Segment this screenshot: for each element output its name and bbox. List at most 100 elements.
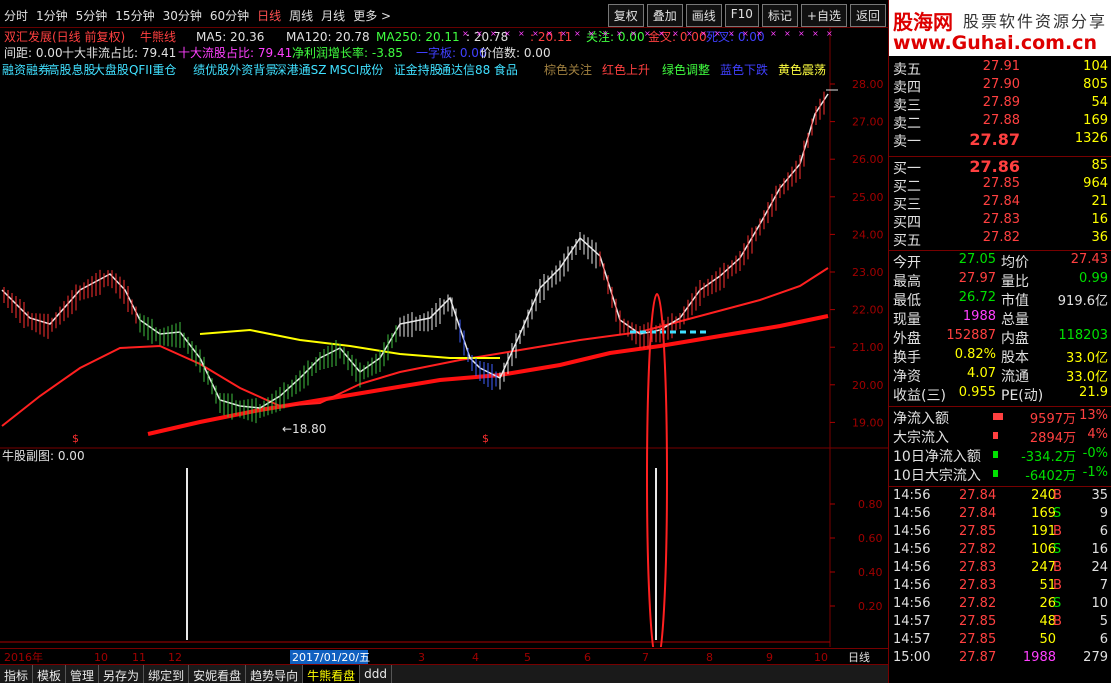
sell-orders: 卖五 27.91 104 卖四 27.90 805 卖三 27.89 54 卖二 27.88 169 卖… xyxy=(889,58,1111,150)
concept-tag-5[interactable]: 外资背景 xyxy=(229,63,277,77)
flow-pct: -0% xyxy=(1082,446,1108,461)
tick-count: 5 xyxy=(1099,614,1108,629)
order-price: 27.87 xyxy=(969,130,1020,149)
buy-row: 买四 27.83 16 xyxy=(889,211,1111,231)
tick-row: 14:56 27.82 106 S 16 xyxy=(889,541,1111,559)
concept-tag-2[interactable]: 大盘股 xyxy=(93,62,129,77)
yellow-line xyxy=(199,328,500,359)
tool-button-2[interactable]: 画线 xyxy=(685,4,722,27)
flow-value: -6402万 xyxy=(1025,469,1076,484)
date-tick-label: 4 xyxy=(472,651,479,664)
indicator-tab-7[interactable]: 牛熊看盘 xyxy=(303,665,361,683)
indicator-tab-6[interactable]: 趋势导向 xyxy=(246,665,304,683)
period-tab-9[interactable]: 更多 > xyxy=(353,7,391,24)
quote-value: 4.07 xyxy=(967,366,996,381)
buy-orders: 买一 27.86 85 买二 27.85 964 买三 27.84 21 买四 27.83 16 买五 2… xyxy=(889,156,1111,249)
date-axis: 2016年 10 11 12 2017/01/20/五 3 4 5 6 7 8 9 10 日线 xyxy=(0,648,888,664)
tool-button-3[interactable]: F10 xyxy=(724,4,759,27)
top-cross-marker: × xyxy=(728,29,735,38)
price-tick-label: 20.00 xyxy=(852,379,884,392)
tick-side: B xyxy=(1053,560,1062,575)
quote-row: 净资 4.07 流通 33.0亿 xyxy=(889,365,1111,385)
quote-value: 27.43 xyxy=(1070,252,1108,267)
concept-tag-9[interactable]: 通达信88 xyxy=(439,63,490,77)
order-volume: 1326 xyxy=(1074,131,1108,146)
tick-row: 14:56 27.85 191 B 6 xyxy=(889,523,1111,541)
extra-label: : 20.78 xyxy=(466,30,508,44)
date-tick-label: 6 xyxy=(584,651,591,664)
quote-value: 27.05 xyxy=(958,252,996,267)
tick-volume: 1988 xyxy=(1022,650,1056,665)
kline-chart-area[interactable]: 双汇发展(日线 前复权) 牛熊线 MA5: 20.36 MA120: 20.78… xyxy=(0,28,888,663)
quote-label: 外盘 xyxy=(893,331,921,347)
concept-tag-0[interactable]: 融资融券 xyxy=(2,62,50,77)
period-tab-1[interactable]: 1分钟 xyxy=(36,7,68,24)
period-tab-5[interactable]: 60分钟 xyxy=(210,7,249,24)
concept-tag-10[interactable]: 食品 xyxy=(494,62,518,77)
tool-button-0[interactable]: 复权 xyxy=(607,4,644,27)
tick-time: 14:57 xyxy=(893,614,931,629)
period-tab-4[interactable]: 30分钟 xyxy=(163,7,202,24)
tool-button-4[interactable]: 标记 xyxy=(761,4,798,27)
period-tab-2[interactable]: 5分钟 xyxy=(76,7,108,24)
tag-huangse: 黄色震荡 xyxy=(778,63,826,77)
quote-value: 27.97 xyxy=(958,271,996,286)
tool-button-1[interactable]: 叠加 xyxy=(646,4,683,27)
quote-label: 换手 xyxy=(893,350,921,366)
flow-label: 10日大宗流入 xyxy=(893,468,981,484)
price-tick-label: 22.00 xyxy=(852,304,884,317)
tick-count: 24 xyxy=(1091,560,1108,575)
concept-tag-8[interactable]: 证金持股 xyxy=(394,62,442,77)
period-tab-3[interactable]: 15分钟 xyxy=(115,7,154,24)
quote-label: 净资 xyxy=(893,369,921,385)
yizibang-label: 一字板: 0.00 xyxy=(416,45,487,60)
period-tab-6[interactable]: 日线 xyxy=(257,7,281,24)
order-volume: 104 xyxy=(1083,59,1108,74)
order-volume: 21 xyxy=(1091,194,1108,209)
s-marker: $ xyxy=(482,432,489,445)
indicator-tab-1[interactable]: 模板 xyxy=(33,665,67,683)
top-cross-marker: × xyxy=(742,29,749,38)
tick-time: 15:00 xyxy=(893,650,931,665)
price-tick-label: 19.00 xyxy=(852,416,884,429)
quote-value: 33.0亿 xyxy=(1066,370,1108,385)
tick-list: 14:56 27.84 240 B 35 14:56 27.84 169 S 9 14:56 27.8… xyxy=(889,486,1111,667)
concept-tag-6[interactable]: 深港通SZ xyxy=(275,63,327,77)
indicator-tab-5[interactable]: 安妮看盘 xyxy=(189,665,247,683)
tool-button-6[interactable]: 返回 xyxy=(849,4,886,27)
top-cross-marker: × xyxy=(770,29,777,38)
date-tick-label: 12 xyxy=(168,651,182,664)
quote-value: 0.99 xyxy=(1079,271,1108,286)
date-tick-label: 3 xyxy=(418,651,425,664)
period-tab-7[interactable]: 周线 xyxy=(289,7,313,24)
indicator-tab-3[interactable]: 另存为 xyxy=(99,665,145,683)
concept-tag-4[interactable]: 绩优股 xyxy=(193,63,229,77)
indicator-tab-8[interactable]: ddd xyxy=(360,665,392,683)
concept-tag-1[interactable]: 高股息股 xyxy=(47,62,95,77)
concept-tag-3[interactable]: QFII重仓 xyxy=(129,63,176,77)
order-price: 27.86 xyxy=(969,157,1020,176)
quote-value: 118203 xyxy=(1058,328,1108,343)
quote-row: 最高 27.97 量比 0.99 xyxy=(889,270,1111,290)
tick-side: B xyxy=(1053,524,1062,539)
indicator-tab-4[interactable]: 绑定到 xyxy=(144,665,190,683)
tick-row: 14:57 27.85 48 B 5 xyxy=(889,613,1111,631)
quote-value: 33.0亿 xyxy=(1066,351,1108,366)
quote-panel: 股海网 股票软件资源分享 www.Guhai.com.cn 卖五 27.91 104… xyxy=(888,0,1111,683)
period-tabs: 分时 1分钟 5分钟 15分钟 30分钟 60分钟 日线 周线 月线 更多 > xyxy=(4,7,399,24)
tool-button-5[interactable]: +自选 xyxy=(800,4,847,27)
tick-time: 14:56 xyxy=(893,488,931,503)
indicator-tab-2[interactable]: 管理 xyxy=(66,665,100,683)
tick-row: 14:57 27.85 50 6 xyxy=(889,631,1111,649)
top-cross-marker: × xyxy=(532,29,539,38)
price-tick-label: 26.00 xyxy=(852,153,884,166)
top-cross-marker: × xyxy=(812,29,819,38)
quote-label: 均价 xyxy=(1001,255,1029,271)
flow-value: 2894万 xyxy=(1029,431,1076,446)
concept-tag-7[interactable]: MSCI成份 xyxy=(329,63,383,77)
quote-row: 换手 0.82% 股本 33.0亿 xyxy=(889,346,1111,366)
period-tab-0[interactable]: 分时 xyxy=(4,7,28,24)
period-tab-8[interactable]: 月线 xyxy=(321,7,345,24)
indicator-tab-0[interactable]: 指标 xyxy=(0,665,34,683)
jianju-label: 间距: 0.00 xyxy=(4,46,63,60)
